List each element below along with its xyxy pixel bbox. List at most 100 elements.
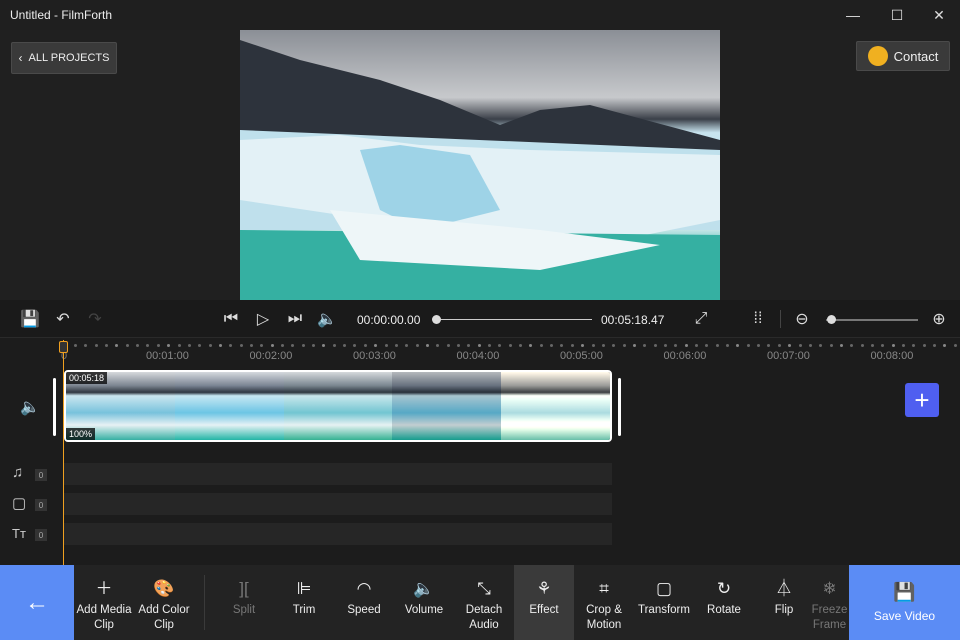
ruler-dot: [456, 344, 460, 347]
ruler-dot: [912, 344, 916, 347]
split-button[interactable]: ][Split: [214, 565, 274, 640]
all-projects-button[interactable]: ‹ ALL PROJECTS: [11, 42, 117, 74]
ruler-dot: [850, 344, 854, 347]
zoom-slider[interactable]: [826, 319, 918, 321]
split-icon: ][: [239, 579, 249, 598]
freeze-frame-button[interactable]: ❄ Freeze Frame: [810, 565, 849, 640]
ruler-dot: [467, 344, 471, 347]
timeline-ruler[interactable]: 0 00:01:00 00:02:00 00:03:00 00:04:00 00:05:…: [0, 340, 960, 368]
flip-label: Flip: [774, 604, 794, 616]
ruler-dot: [156, 344, 160, 347]
add-clip-button[interactable]: +: [905, 383, 939, 417]
ruler-dot: [922, 344, 926, 347]
ruler-dot: [415, 344, 419, 347]
ruler-dot: [591, 344, 595, 347]
text-icon: Tт: [12, 526, 26, 541]
ruler-dot: [374, 344, 378, 347]
title-bar: Untitled - FilmForth — ☐ ✕: [0, 0, 960, 30]
ruler-dot: [198, 344, 202, 347]
redo-icon[interactable]: ↷: [84, 308, 106, 330]
skip-back-icon[interactable]: ⏮: [220, 308, 242, 330]
video-preview: [240, 30, 720, 300]
zoom-out-icon[interactable]: ⊖: [791, 308, 813, 330]
ruler-dot: [695, 344, 698, 347]
volume-label: Volume: [404, 604, 444, 616]
add-media-clip-button[interactable]: ＋ Add Media Clip: [74, 565, 134, 640]
music-count: 0: [35, 469, 47, 481]
sticker-count: 0: [35, 499, 47, 511]
flip-button[interactable]: ⏃ Flip: [754, 565, 814, 640]
ruler-dot: [353, 344, 357, 347]
ruler-dot: [674, 344, 678, 347]
track-volume-icon[interactable]: 🔈: [20, 397, 40, 417]
effect-button[interactable]: ⚘ Effect: [514, 565, 574, 640]
rotate-label: Rotate: [707, 604, 741, 616]
rotate-button[interactable]: ↻ Rotate: [694, 565, 754, 640]
ruler-dot: [529, 344, 533, 347]
crop-motion-icon: ⌗: [599, 579, 609, 598]
crop-motion-button[interactable]: ⌗ Crop & Motion: [574, 565, 634, 640]
ruler-dot: [477, 344, 481, 347]
ruler-dot: [757, 344, 761, 347]
ruler-dot: [425, 344, 429, 347]
ruler-dot: [301, 344, 305, 347]
clip-right-handle[interactable]: [618, 378, 621, 436]
ruler-tick: 00:03:00: [353, 350, 396, 362]
sticker-track[interactable]: [64, 493, 612, 515]
ruler-tick: 00:01:00: [146, 350, 189, 362]
skip-forward-icon[interactable]: ⏭: [284, 308, 306, 330]
volume-icon[interactable]: 🔈: [316, 308, 338, 330]
ruler-dot: [612, 344, 616, 347]
ruler-dot: [891, 344, 895, 347]
play-icon[interactable]: ▷: [252, 308, 274, 330]
glacier-image: [240, 40, 720, 300]
ruler-dot: [291, 344, 295, 347]
ruler-dot: [208, 344, 212, 347]
seek-bar[interactable]: [436, 319, 592, 320]
ruler-dot: [405, 344, 409, 347]
ruler-dot: [860, 344, 864, 347]
clip-left-handle[interactable]: [53, 378, 56, 436]
transform-button[interactable]: ▢ Transform: [634, 565, 694, 640]
detach-audio-button[interactable]: ⤡ Detach Audio: [454, 565, 514, 640]
save-icon[interactable]: 💾: [19, 308, 41, 330]
add-media-clip-icon: ＋: [95, 579, 113, 598]
ruler-dot: [281, 344, 284, 347]
ruler-dot: [581, 344, 585, 347]
ruler-dot: [363, 344, 367, 347]
effect-label: Effect: [529, 604, 559, 616]
seek-handle[interactable]: [432, 315, 441, 324]
trim-button[interactable]: ⊫ Trim: [274, 565, 334, 640]
ruler-dot: [508, 344, 512, 347]
ruler-dot: [746, 344, 750, 347]
contact-button[interactable]: Contact: [856, 41, 950, 71]
close-button[interactable]: ✕: [916, 0, 960, 30]
save-video-button[interactable]: 💾 Save Video: [849, 565, 960, 640]
maximize-button[interactable]: ☐: [874, 0, 920, 30]
ruler-dot: [819, 344, 823, 347]
volume-button[interactable]: 🔈 Volume: [394, 565, 454, 640]
contact-avatar-icon: [867, 46, 888, 66]
transform-icon: ▢: [655, 579, 673, 598]
back-button[interactable]: ←: [0, 565, 74, 640]
playhead-handle[interactable]: [59, 341, 68, 353]
detach-audio-label: Detach Audio: [465, 604, 503, 631]
fit-timeline-icon[interactable]: ⁞⁞: [747, 308, 769, 330]
zoom-handle[interactable]: [826, 315, 836, 324]
add-color-clip-icon: 🎨: [153, 579, 175, 598]
ruler-tick: 00:02:00: [249, 350, 293, 362]
ruler-dot: [788, 344, 792, 347]
minimize-button[interactable]: —: [830, 0, 876, 30]
speed-button[interactable]: ◠ Speed: [334, 565, 394, 640]
window-title: Untitled - FilmForth: [10, 8, 113, 22]
music-track[interactable]: [64, 463, 612, 485]
add-color-clip-button[interactable]: 🎨 Add Color Clip: [134, 565, 194, 640]
text-track[interactable]: [64, 523, 612, 545]
undo-icon[interactable]: ↶: [52, 308, 74, 330]
video-clip[interactable]: 00:05:18 100%: [64, 370, 612, 442]
ruler-dot: [84, 344, 88, 347]
zoom-in-icon[interactable]: ⊕: [928, 308, 950, 330]
ruler-dot: [446, 344, 450, 347]
fullscreen-icon[interactable]: ⤢: [690, 308, 712, 330]
ruler-dot: [270, 344, 274, 347]
